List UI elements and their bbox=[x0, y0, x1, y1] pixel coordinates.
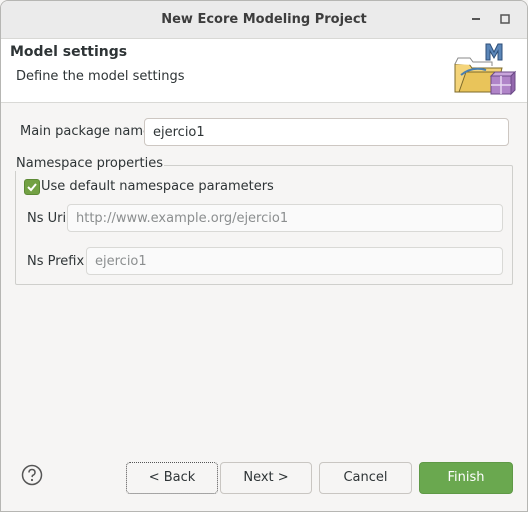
cancel-button[interactable]: Cancel bbox=[319, 462, 412, 494]
page-title: Model settings bbox=[10, 44, 128, 60]
title-bar: New Ecore Modeling Project bbox=[1, 1, 527, 39]
ns-uri-label: Ns Uri bbox=[27, 211, 67, 226]
ecore-model-folder-icon bbox=[454, 43, 516, 96]
close-icon[interactable] bbox=[497, 11, 513, 27]
main-package-label: Main package name bbox=[20, 124, 152, 139]
ns-prefix-label: Ns Prefix bbox=[27, 254, 85, 269]
ns-uri-input[interactable] bbox=[67, 204, 503, 232]
dialog-window: New Ecore Modeling Project Model setting… bbox=[0, 0, 528, 512]
namespace-properties-title: Namespace properties bbox=[15, 156, 164, 171]
main-package-input[interactable] bbox=[144, 118, 509, 146]
finish-button[interactable]: Finish bbox=[419, 462, 513, 494]
ns-prefix-input[interactable] bbox=[86, 247, 503, 275]
next-button[interactable]: Next > bbox=[220, 462, 312, 494]
back-button[interactable]: < Back bbox=[126, 462, 218, 494]
help-icon[interactable] bbox=[21, 464, 43, 486]
use-default-namespace-checkbox[interactable] bbox=[24, 179, 40, 195]
checkmark-icon bbox=[27, 183, 37, 192]
minimize-icon[interactable] bbox=[468, 11, 484, 27]
wizard-header: Model settings Define the model settings bbox=[1, 39, 527, 103]
window-title: New Ecore Modeling Project bbox=[161, 12, 367, 27]
page-description: Define the model settings bbox=[16, 69, 185, 84]
use-default-namespace-label[interactable]: Use default namespace parameters bbox=[41, 179, 274, 194]
